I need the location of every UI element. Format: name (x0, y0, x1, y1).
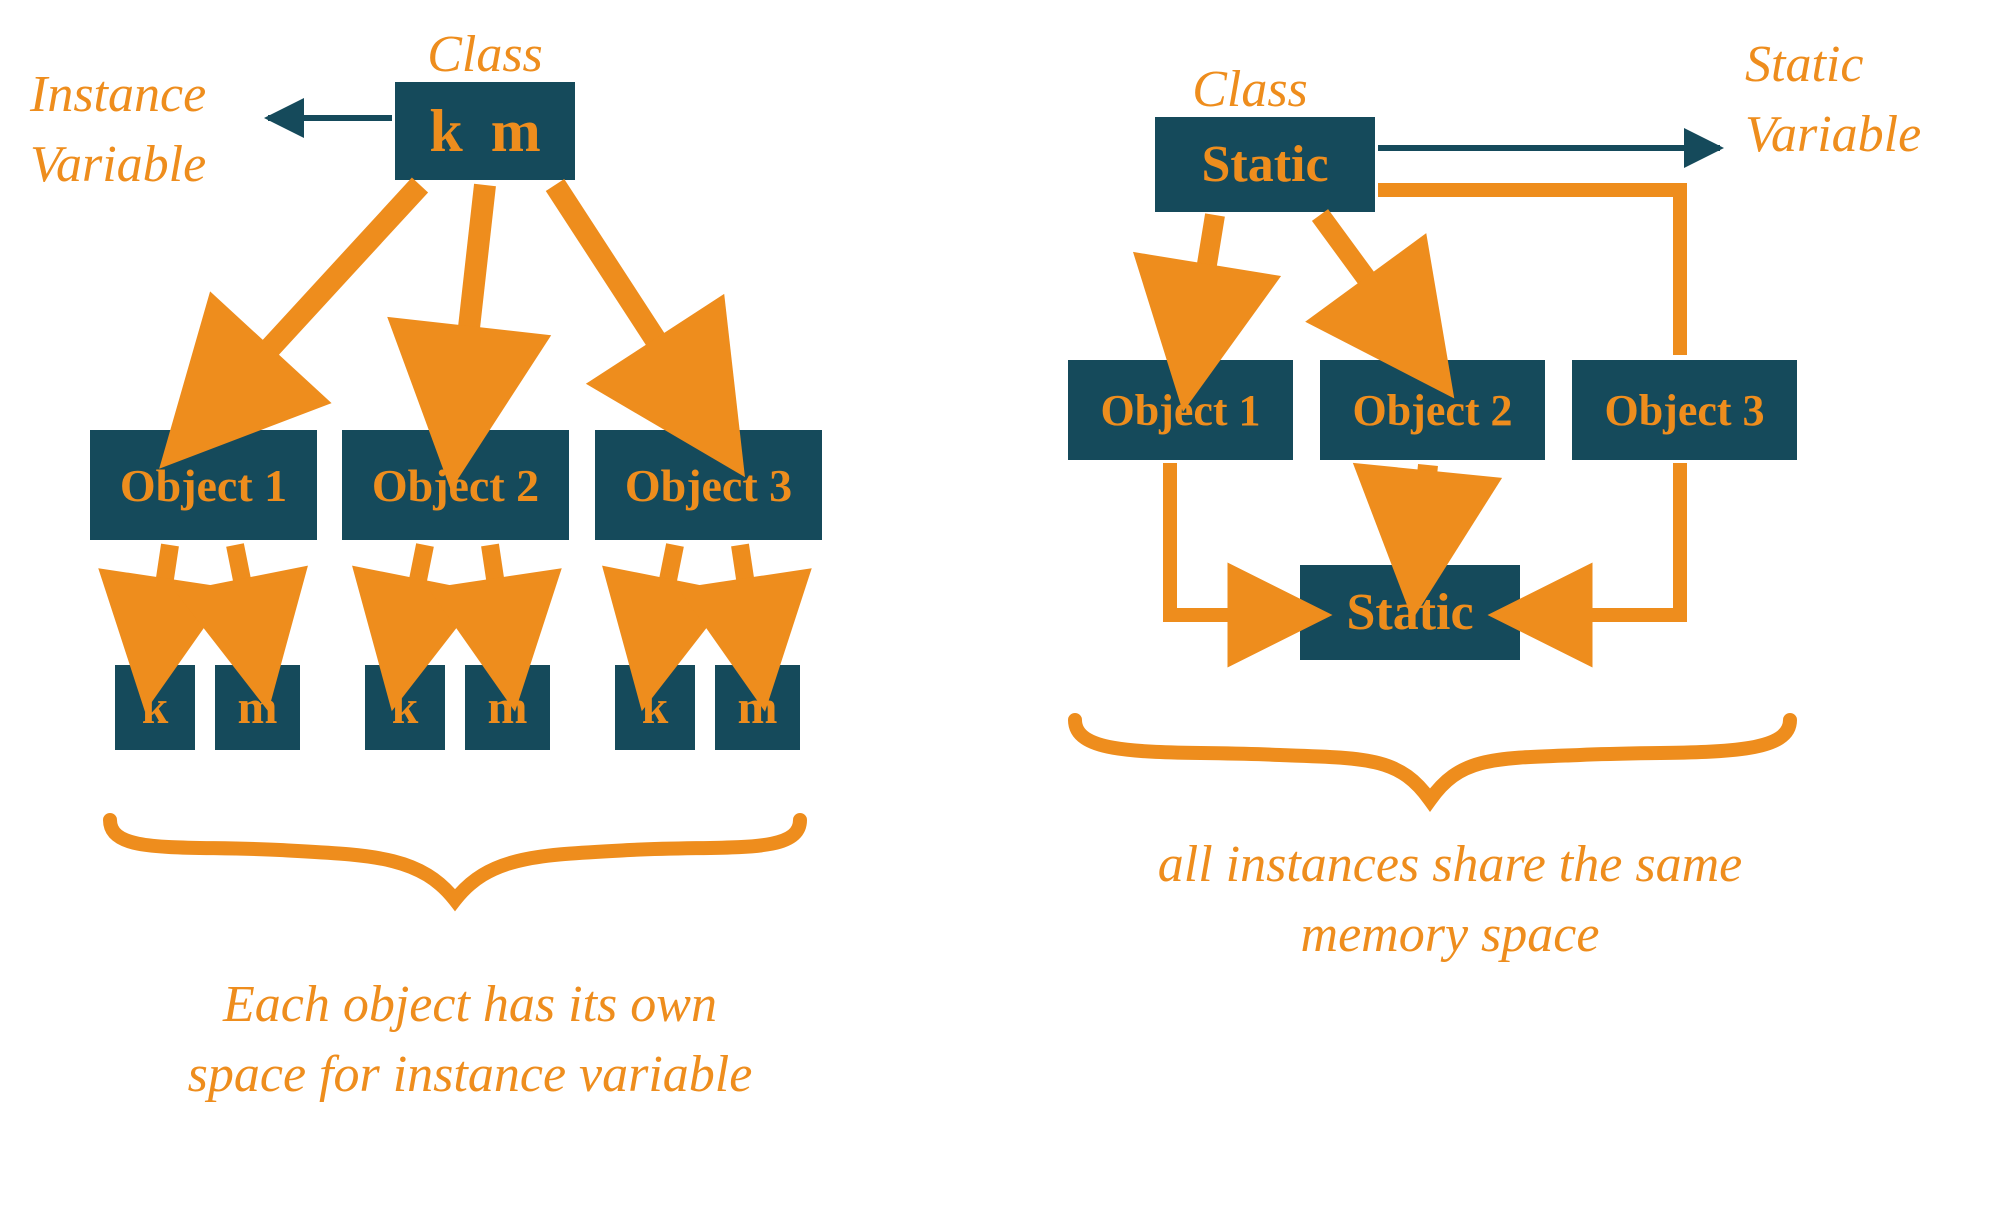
arrow-class-to-obj1 (215, 185, 420, 408)
arrow-class-to-obj2 (460, 185, 485, 408)
arrow-obj1-m (235, 545, 255, 645)
arrow-rclass-obj3 (1378, 190, 1680, 355)
arrow-obj3-m (740, 545, 755, 645)
right-class-box: Static (1155, 117, 1375, 212)
arrow-obj3-k (655, 545, 675, 645)
arrow-class-to-obj3 (555, 185, 700, 408)
left-class-box: k m (395, 82, 575, 180)
left-obj3-m: m (715, 665, 800, 750)
arrow-robj3-static (1540, 463, 1680, 615)
left-brace (110, 820, 800, 900)
left-obj3-k: k (615, 665, 695, 750)
arrow-robj1-static (1170, 463, 1280, 615)
arrow-obj1-k (155, 545, 170, 645)
left-obj1-m: m (215, 665, 300, 750)
left-object-1: Object 1 (90, 430, 317, 540)
class-var-m: m (491, 97, 541, 166)
arrow-rclass-obj2 (1320, 215, 1410, 338)
right-object-1: Object 1 (1068, 360, 1293, 460)
static-variable-label: Static Variable (1745, 30, 1985, 170)
arrow-obj2-m (490, 545, 505, 645)
right-class-label: Class (1150, 55, 1350, 125)
left-object-3: Object 3 (595, 430, 822, 540)
left-caption: Each object has its own space for instan… (120, 970, 820, 1110)
arrow-obj2-k (405, 545, 425, 645)
right-object-3: Object 3 (1572, 360, 1797, 460)
right-caption: all instances share the same memory spac… (1060, 830, 1840, 970)
right-object-2: Object 2 (1320, 360, 1545, 460)
class-var-k: k (429, 97, 462, 166)
left-obj2-m: m (465, 665, 550, 750)
right-brace (1075, 720, 1790, 800)
left-obj1-k: k (115, 665, 195, 750)
left-obj2-k: k (365, 665, 445, 750)
instance-variable-label: Instance Variable (30, 60, 290, 200)
arrow-rclass-obj1 (1195, 215, 1215, 338)
right-shared-static: Static (1300, 565, 1520, 660)
left-class-label: Class (385, 20, 585, 90)
left-object-2: Object 2 (342, 430, 569, 540)
arrow-robj2-static (1420, 465, 1428, 545)
